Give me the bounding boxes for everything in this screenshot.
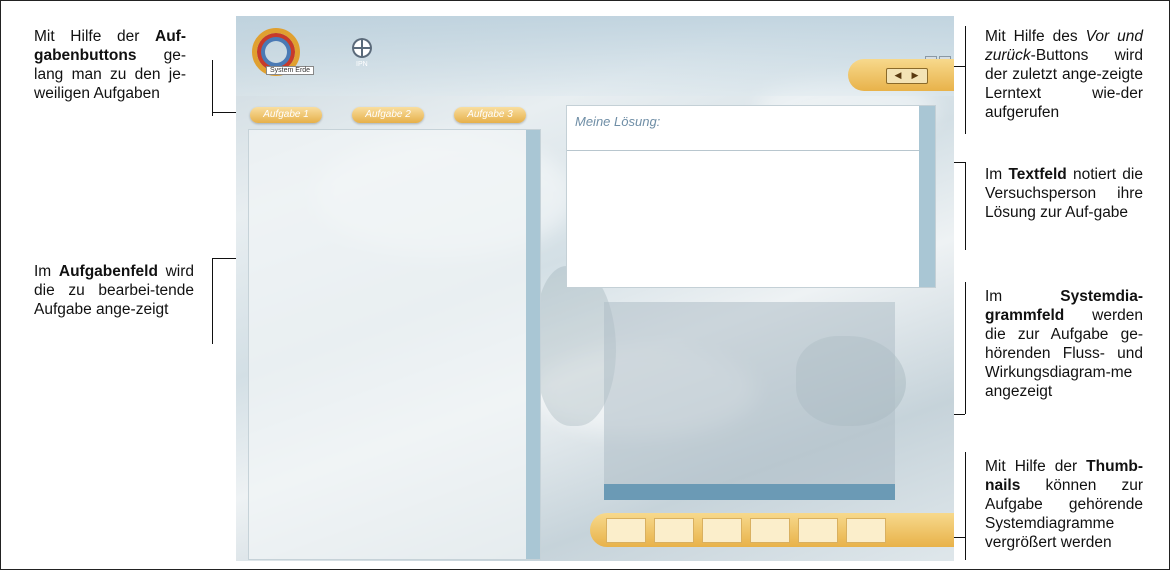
thumbnail[interactable] <box>654 518 694 543</box>
tab-aufgabe-1[interactable]: Aufgabe 1 <box>250 107 322 123</box>
annotation-line <box>965 26 966 134</box>
ipn-logo-icon <box>352 38 372 58</box>
ipn-label: IPN <box>356 61 368 68</box>
annotation-diagram-field: Im Systemdia-grammfeld werden die zur Au… <box>985 288 1143 400</box>
back-button[interactable]: ◀ <box>891 70 905 81</box>
forward-button[interactable]: ▶ <box>908 70 922 81</box>
annotation-thumbnails: Mit Hilfe der Thumb-nails können zur Auf… <box>985 458 1143 551</box>
solution-divider <box>567 150 919 151</box>
tab-aufgabe-2[interactable]: Aufgabe 2 <box>352 107 424 123</box>
annotation-line <box>965 162 966 250</box>
annotation-text-field: Im Textfeld notiert die Versuchsperson i… <box>985 166 1143 221</box>
nav-button-group: ◀ ▶ <box>886 68 928 84</box>
thumbnail[interactable] <box>606 518 646 543</box>
annotation-line <box>212 258 213 344</box>
diagram-bottom-bar <box>604 484 895 500</box>
thumbnail[interactable] <box>750 518 790 543</box>
thumbnail[interactable] <box>702 518 742 543</box>
annotation-task-field: Im Aufgabenfeld wird die zu bearbei-tend… <box>34 263 194 318</box>
thumbnail[interactable] <box>846 518 886 543</box>
system-diagram-field <box>604 302 895 500</box>
app-window: System Erde IPN ◀ ▶ Aufgabe 1 Aufgabe 2 … <box>236 16 954 561</box>
solution-title: Meine Lösung: <box>575 114 661 129</box>
annotation-line <box>212 60 213 116</box>
nav-bar: ◀ ▶ <box>848 59 954 91</box>
app-header: System Erde IPN ◀ ▶ <box>236 16 954 96</box>
annotation-line <box>965 452 966 560</box>
logo-label: System Erde <box>266 66 315 75</box>
annotation-line <box>965 282 966 414</box>
solution-panel: Meine Lösung: <box>566 105 936 288</box>
solution-scrollbar[interactable] <box>919 106 935 287</box>
annotation-task-buttons: Mit Hilfe der Auf-gabenbuttons ge-lang m… <box>34 28 186 102</box>
thumbnail-strip <box>590 513 954 547</box>
solution-text-field[interactable] <box>571 156 915 285</box>
task-field <box>248 129 541 560</box>
task-field-scrollbar[interactable] <box>526 130 540 559</box>
tab-aufgabe-3[interactable]: Aufgabe 3 <box>454 107 526 123</box>
thumbnail[interactable] <box>798 518 838 543</box>
annotation-nav-buttons: Mit Hilfe des Vor und zurück-Buttons wir… <box>985 28 1143 121</box>
